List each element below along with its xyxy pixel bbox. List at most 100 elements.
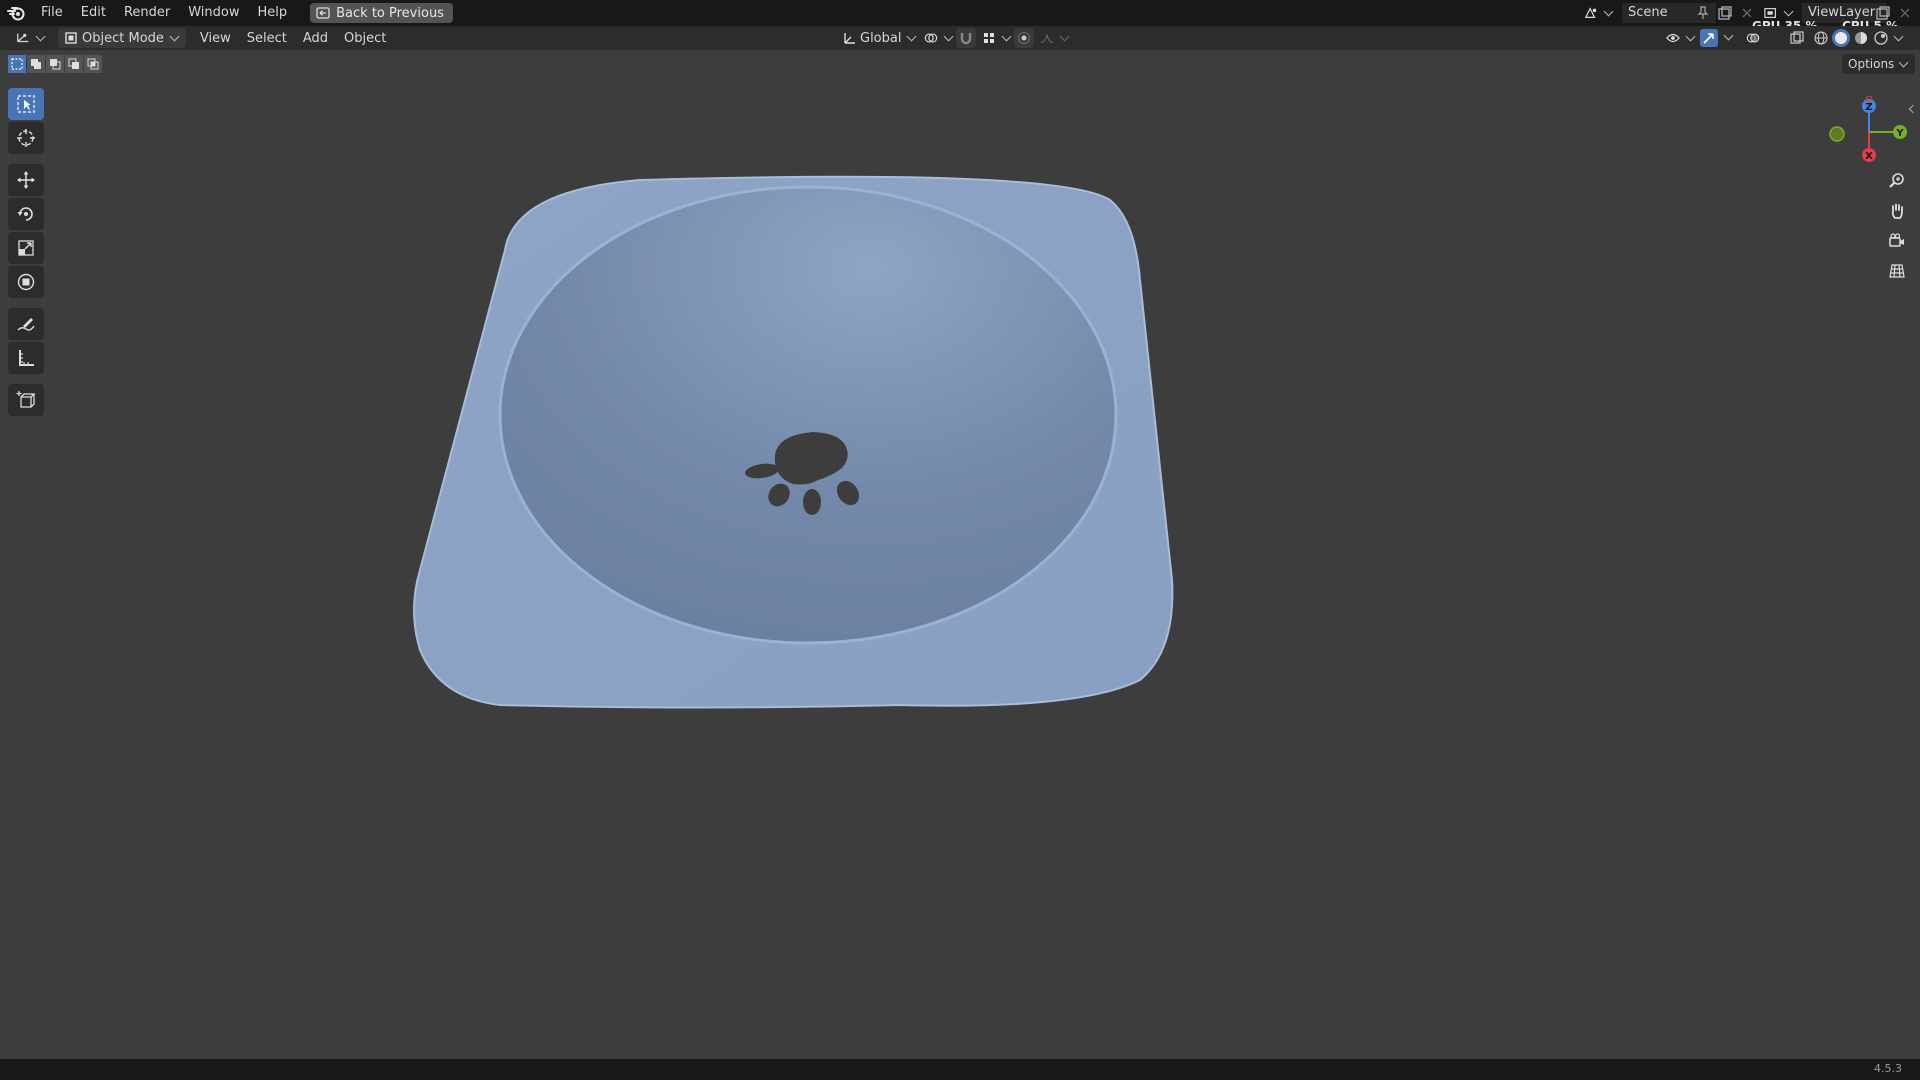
object-mode-dropdown[interactable]: Object Mode: [58, 28, 186, 48]
select-new-button[interactable]: [8, 55, 26, 73]
perspective-toggle-button[interactable]: [1882, 258, 1912, 284]
menu-window[interactable]: Window: [179, 0, 248, 26]
snap-increment-icon: [982, 31, 996, 45]
snap-toggle[interactable]: [956, 28, 976, 48]
measure-ruler-icon: [19, 350, 34, 366]
snap-magnet-icon: [959, 31, 973, 45]
scale-tool[interactable]: [8, 232, 44, 264]
selection-mode-buttons: [8, 55, 102, 73]
add-cube-tool[interactable]: [8, 384, 44, 416]
object-mode-icon: [64, 31, 78, 45]
gizmo-chevron-icon[interactable]: [1723, 30, 1734, 41]
visibility-dropdown[interactable]: [1660, 28, 1702, 48]
tool-shelf: [8, 86, 48, 418]
delete-scene-icon[interactable]: [1740, 6, 1754, 20]
select-new-icon: [11, 58, 23, 70]
solid-shading-icon[interactable]: [1832, 29, 1850, 47]
options-dropdown[interactable]: Options: [1842, 54, 1916, 74]
snap-chevron-icon: [1001, 31, 1012, 42]
orientation-axes-icon: [842, 31, 856, 45]
paw-toe-3: [803, 489, 821, 515]
viewport-canvas: [413, 175, 1174, 709]
camera-view-button[interactable]: [1882, 228, 1912, 254]
blender-logo-icon[interactable]: [0, 0, 32, 26]
select-invert-button[interactable]: [65, 55, 83, 73]
move-tool[interactable]: [8, 164, 44, 196]
transform-icon: [17, 273, 35, 291]
gizmo-z-label: Z: [1865, 102, 1872, 113]
menu-help[interactable]: Help: [249, 0, 297, 26]
transform-orientation-label: Global: [860, 30, 902, 46]
gizmo-neg-y-axis[interactable]: [1829, 126, 1845, 142]
cursor-tool[interactable]: [8, 122, 44, 154]
select-intersect-button[interactable]: [84, 55, 102, 73]
rendered-shading-icon[interactable]: [1872, 29, 1890, 47]
material-preview-icon[interactable]: [1852, 29, 1870, 47]
object-mode-label: Object Mode: [82, 30, 164, 46]
header-menu-select[interactable]: Select: [241, 28, 293, 48]
menu-edit[interactable]: Edit: [72, 0, 115, 26]
proportional-editing-toggle[interactable]: [1014, 28, 1034, 48]
delete-view-layer-icon[interactable]: [1898, 6, 1912, 20]
proportional-falloff-dropdown[interactable]: [1034, 28, 1076, 48]
transform-orientation-dropdown[interactable]: Global: [836, 28, 923, 48]
viewport-header: Object Mode View Select Add Object Globa…: [0, 26, 1920, 50]
gizmo-y-label: Y: [1895, 128, 1904, 139]
scene-icon: [1584, 6, 1598, 20]
pin-icon[interactable]: [1696, 6, 1710, 20]
pivot-point-dropdown[interactable]: [918, 28, 960, 48]
overlays-toggle[interactable]: [1744, 28, 1762, 48]
screen-back-icon: [316, 6, 330, 20]
select-subtract-icon: [50, 59, 61, 70]
dish-bowl: [498, 185, 1118, 645]
zoom-view-button[interactable]: [1882, 168, 1912, 194]
measure-tool[interactable]: [8, 342, 44, 374]
version-label: 4.5.3: [1874, 1062, 1902, 1075]
3d-viewport[interactable]: Options Z Y X: [0, 50, 1920, 1059]
select-intersect-icon: [87, 58, 99, 70]
annotate-tool[interactable]: [8, 308, 44, 340]
gizmo-arrow-icon: [1700, 29, 1718, 47]
move-arrows-icon: [17, 171, 35, 189]
dish-mesh[interactable]: [413, 175, 1174, 709]
new-view-layer-icon[interactable]: [1876, 6, 1890, 20]
pan-hand-icon: [1891, 203, 1903, 219]
visibility-chevron-icon: [1685, 31, 1696, 42]
back-to-previous-button[interactable]: Back to Previous: [310, 3, 453, 23]
wireframe-shading-icon[interactable]: [1812, 29, 1830, 47]
object-mode-chevron-icon: [169, 31, 180, 42]
proportional-editing-icon: [1017, 31, 1031, 45]
menu-file[interactable]: File: [32, 0, 72, 26]
xray-icon: [1790, 31, 1804, 45]
xray-toggle[interactable]: [1788, 28, 1806, 48]
select-extend-button[interactable]: [27, 55, 45, 73]
transform-tool[interactable]: [8, 266, 44, 298]
grid-perspective-icon: [1889, 264, 1905, 278]
3d-viewport-icon: [16, 31, 30, 45]
back-to-previous-label: Back to Previous: [336, 5, 444, 21]
top-bar: File Edit Render Window Help Back to Pre…: [0, 0, 1920, 26]
shading-chevron-icon[interactable]: [1893, 31, 1904, 42]
select-subtract-button[interactable]: [46, 55, 64, 73]
snap-target-dropdown[interactable]: [976, 28, 1018, 48]
rotate-tool[interactable]: [8, 198, 44, 230]
header-menu-view[interactable]: View: [194, 28, 237, 48]
status-bar: [0, 1059, 1920, 1080]
rotate-icon: [17, 207, 33, 221]
menu-render[interactable]: Render: [115, 0, 179, 26]
editor-type-chevron-icon: [35, 31, 46, 42]
pan-view-button[interactable]: [1882, 198, 1912, 224]
select-invert-icon: [68, 58, 79, 69]
gizmo-toggle[interactable]: [1698, 28, 1720, 48]
select-box-icon: [17, 95, 35, 113]
new-scene-icon[interactable]: [1718, 6, 1732, 20]
orientation-chevron-icon: [907, 31, 917, 42]
pivot-chevron-icon: [943, 31, 954, 42]
navigation-gizmo[interactable]: Z Y X: [1824, 96, 1914, 176]
eye-icon: [1666, 31, 1680, 45]
header-menu-add[interactable]: Add: [297, 28, 334, 48]
header-menu-object[interactable]: Object: [338, 28, 392, 48]
editor-type-button[interactable]: [10, 28, 52, 48]
view-layer-icon: [1764, 6, 1778, 20]
select-box-tool[interactable]: [8, 88, 44, 120]
